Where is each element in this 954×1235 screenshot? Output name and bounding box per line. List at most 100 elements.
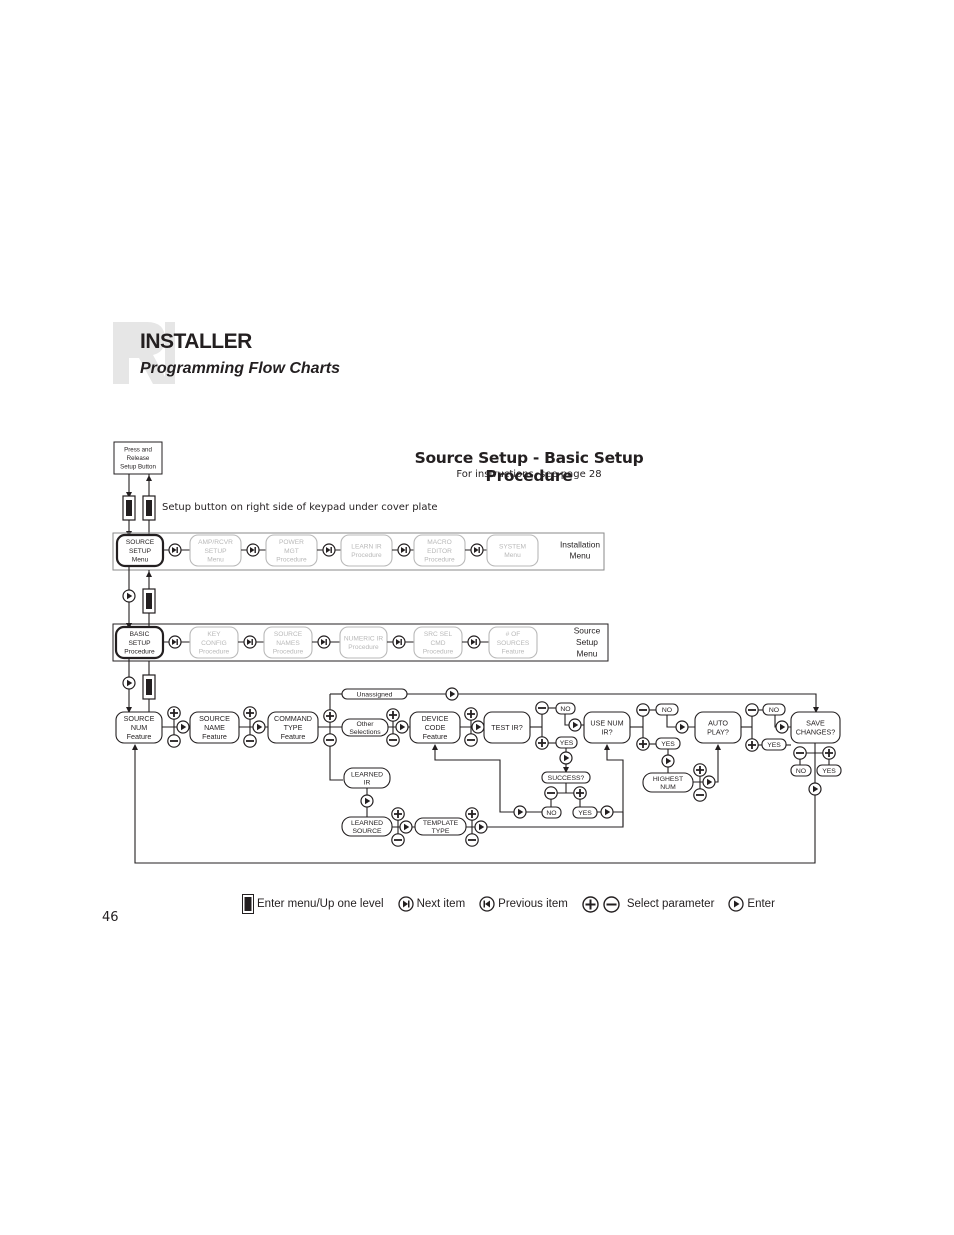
node-label: Unassigned xyxy=(357,691,393,698)
installation-menu-item-5: SYSTEMMenu xyxy=(486,534,539,567)
node-label: MGT xyxy=(284,548,299,555)
minus-icon xyxy=(693,788,707,802)
node-label: SOURCE xyxy=(274,631,303,638)
next-item-icon xyxy=(246,543,260,557)
plus-icon xyxy=(693,763,707,777)
node-label: Press and xyxy=(124,447,152,454)
node-label: SOURCES xyxy=(497,640,530,647)
enter-icon xyxy=(360,794,374,808)
source-setup-menu-item-1: KEY CONFIGProcedure xyxy=(189,626,239,659)
plus-icon xyxy=(386,708,400,722)
minus-icon xyxy=(793,746,807,760)
node-label: Procedure xyxy=(273,648,304,655)
node-highest-num: HIGHESTNUM xyxy=(642,772,694,793)
node-label: Procedure xyxy=(276,556,307,563)
enter-icon xyxy=(445,687,459,701)
node-label: NUM xyxy=(660,784,676,791)
arrowhead xyxy=(432,744,438,750)
minus-icon xyxy=(243,734,257,748)
setup-button-right-icon xyxy=(142,495,156,521)
node-label: HIGHEST xyxy=(653,776,683,783)
node-label: BASIC xyxy=(130,631,150,638)
node-label: Installation xyxy=(560,539,600,549)
node-label: USE NUM xyxy=(590,719,623,728)
arrowhead xyxy=(132,744,138,750)
minus-icon xyxy=(386,733,400,747)
node-source-num: SOURCENUMFeature xyxy=(115,711,163,744)
plus-icon xyxy=(464,707,478,721)
node-label: CHANGES? xyxy=(796,727,836,736)
node-label: YES xyxy=(560,740,574,747)
minus-icon xyxy=(323,733,337,747)
enter-icon xyxy=(252,720,266,734)
legend-label: Previous item xyxy=(498,898,568,910)
node-label: TEST IR? xyxy=(491,723,522,732)
node-label: SOURCE xyxy=(199,714,230,723)
plus-icon xyxy=(465,807,479,821)
node-label: AUTO xyxy=(708,719,728,728)
minus-icon xyxy=(603,895,620,913)
node-command-type: COMMANDTYPEFeature xyxy=(267,711,319,744)
node-auto-no: NO xyxy=(762,703,786,716)
enter-icon xyxy=(474,820,488,834)
installation-menu-item-2: POWER MGTProcedure xyxy=(265,534,318,567)
plus-icon xyxy=(535,736,549,750)
node-label: Procedure xyxy=(351,552,382,559)
enter-icon xyxy=(122,589,136,603)
node-label: TYPE xyxy=(284,723,303,732)
node-label: # OF xyxy=(506,631,521,638)
node-label: Other xyxy=(357,721,375,728)
node-label: Procedure xyxy=(424,556,455,563)
enter-icon xyxy=(600,805,614,819)
node-label: IR? xyxy=(601,727,612,736)
node-label: Feature xyxy=(502,648,525,655)
next-item-icon xyxy=(470,543,484,557)
flow-chart: Press andReleaseSetup ButtonSOURCESETUPM… xyxy=(112,441,842,864)
enter-icon xyxy=(559,751,573,765)
enter-icon xyxy=(661,754,675,768)
node-save-no: NO xyxy=(790,764,812,777)
plus-icon xyxy=(636,737,650,751)
node-label: SUCCESS? xyxy=(548,775,585,782)
source-setup-menu-label: Source SetupMenu xyxy=(574,625,601,658)
node-label: Menu xyxy=(577,648,598,658)
legend-label: Enter menu/Up one level xyxy=(257,898,384,910)
node-label: SRC SEL xyxy=(424,631,453,638)
node-label: SETUP xyxy=(205,548,228,555)
node-label: IR xyxy=(364,779,371,786)
enter-icon xyxy=(568,718,582,732)
node-label: Menu xyxy=(132,556,149,563)
enter-icon xyxy=(471,720,485,734)
enter-icon xyxy=(399,820,413,834)
legend-item-next: Next item xyxy=(397,896,466,912)
node-label: Feature xyxy=(127,732,152,741)
node-label: LEARNED xyxy=(351,771,383,778)
enter-icon xyxy=(513,805,527,819)
next-item-icon xyxy=(317,635,331,649)
node-label: TYPE xyxy=(432,828,450,835)
node-label: NUMERIC IR xyxy=(344,636,383,643)
node-label: NO xyxy=(560,706,570,713)
arrowhead xyxy=(604,744,610,750)
enter-icon xyxy=(395,720,409,734)
legend-label: Next item xyxy=(416,898,466,910)
node-label: SOURCE xyxy=(352,828,382,835)
node-label: YES xyxy=(767,742,781,749)
legend-label: Enter xyxy=(747,898,775,910)
setup-button-icon xyxy=(142,588,156,614)
installation-menu-label: InstallationMenu xyxy=(560,539,600,560)
previous-item-icon xyxy=(479,896,495,912)
legend-label: Select parameter xyxy=(626,898,715,910)
source-setup-menu-item-2: SOURCE NAMESProcedure xyxy=(263,626,313,659)
node-label: Release xyxy=(127,455,150,462)
node-label: Menu xyxy=(504,552,521,559)
node-label: NO xyxy=(662,707,672,714)
arrowhead xyxy=(715,744,721,750)
node-label: SOURCE xyxy=(126,539,155,546)
node-label: NO xyxy=(546,810,556,817)
enter-icon xyxy=(728,896,745,912)
node-unassigned: Unassigned xyxy=(341,688,408,700)
minus-icon xyxy=(535,701,549,715)
plus-icon xyxy=(582,895,599,913)
next-item-icon xyxy=(467,635,481,649)
